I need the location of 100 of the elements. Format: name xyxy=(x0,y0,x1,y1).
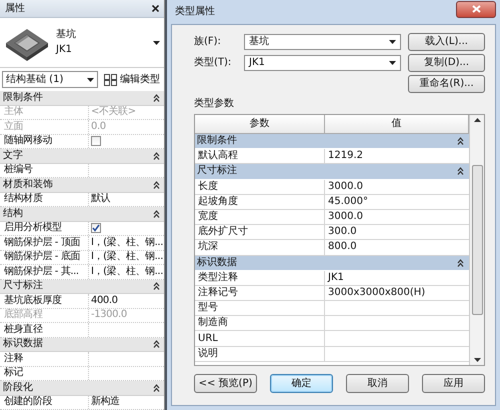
value-cell[interactable]: 3000x3000x800(H) xyxy=(325,286,469,300)
family-dropdown[interactable]: 基坑 xyxy=(244,34,401,50)
side-button[interactable]: 重命名(R)... xyxy=(408,74,485,92)
property-value[interactable]: 400.0 xyxy=(89,294,164,308)
group-title: 材质和装饰 xyxy=(3,178,53,191)
type-dropdown[interactable]: JK1 xyxy=(244,54,401,70)
field-label: 类型(T): xyxy=(194,56,232,68)
dialog-button[interactable]: 取消 xyxy=(346,374,409,393)
side-button[interactable]: 载入(L)... xyxy=(408,32,485,50)
group-title: 结构 xyxy=(3,208,23,220)
property-label: 钢筋保护层 - 顶面 xyxy=(0,236,89,250)
caret-icon xyxy=(389,40,396,44)
group-header[interactable]: 尺寸标注 xyxy=(0,280,164,294)
edit-type-button[interactable]: 编辑类型 xyxy=(102,74,162,86)
parameter-cell: 起坡角度 xyxy=(195,194,325,209)
parameter-cell: 说明 xyxy=(195,346,325,361)
up-arrow-icon xyxy=(474,118,480,122)
collapse-icon[interactable] xyxy=(457,258,464,267)
property-value[interactable]: I，(梁、柱、钢... xyxy=(89,265,164,278)
property-label: 桩编号 xyxy=(0,164,89,177)
group-header[interactable]: 标识数据 xyxy=(0,338,164,352)
value-cell[interactable]: JK1 xyxy=(325,270,469,285)
group-title: 标识数据 xyxy=(3,338,43,350)
collapse-icon[interactable] xyxy=(153,340,160,348)
section-label: 类型参数 xyxy=(194,98,234,110)
caret-icon xyxy=(153,40,160,44)
property-label: 随轴网移动 xyxy=(0,134,89,148)
property-value[interactable]: 新构造 xyxy=(89,396,164,409)
property-label: 立面 xyxy=(0,120,89,134)
parameter-cell: 型号 xyxy=(195,301,325,316)
group-header[interactable]: 限制条件 xyxy=(0,91,164,106)
value-cell[interactable]: 3000.0 xyxy=(325,180,469,194)
value-cell[interactable]: 300.0 xyxy=(325,225,469,240)
property-label: 钢筋保护层 - 底面 xyxy=(0,250,89,264)
filter-dropdown[interactable]: 结构基础 (1) xyxy=(2,71,98,88)
group-title: 文字 xyxy=(3,150,23,162)
group-title: 尺寸标注 xyxy=(197,165,237,178)
group-header[interactable]: 结构 xyxy=(0,207,164,222)
value-cell[interactable]: 45.000° xyxy=(325,194,469,209)
close-icon[interactable] xyxy=(152,5,159,12)
parameter-cell: 默认高程 xyxy=(195,149,325,164)
checkbox[interactable] xyxy=(91,223,101,234)
side-button[interactable]: 复制(D)... xyxy=(408,54,485,72)
collapse-icon[interactable] xyxy=(153,94,160,102)
dialog-button[interactable]: 应用 xyxy=(422,374,485,393)
value-cell[interactable]: 1219.2 xyxy=(325,149,469,164)
dialog-button[interactable]: 确定 xyxy=(270,374,333,393)
property-label: 创建的阶段 xyxy=(0,396,89,409)
parameter-cell: 长度 xyxy=(195,180,325,194)
group-title: 限制条件 xyxy=(197,135,237,148)
checkbox[interactable] xyxy=(91,136,101,146)
collapse-icon[interactable] xyxy=(153,180,160,189)
collapse-icon[interactable] xyxy=(153,282,160,290)
property-value[interactable]: 默认 xyxy=(89,192,164,206)
property-label: 桩身直径 xyxy=(0,323,89,336)
panel-title: 属性 xyxy=(5,2,25,14)
caret-icon xyxy=(389,60,396,64)
property-value[interactable]: I，(梁、柱、钢... xyxy=(89,236,164,250)
property-label: 启用分析模型 xyxy=(0,222,89,235)
dialog-title: 类型属性 xyxy=(175,6,215,18)
caret-icon xyxy=(87,78,94,82)
group-header[interactable]: 文字 xyxy=(0,149,164,164)
close-icon xyxy=(472,5,480,13)
parameter-cell: 类型注释 xyxy=(195,270,325,285)
collapse-icon[interactable] xyxy=(457,167,464,176)
field-label: 族(F): xyxy=(194,36,222,48)
group-header[interactable]: 尺寸标注 xyxy=(195,164,469,180)
type-name: JK1 xyxy=(56,44,73,56)
parameter-cell: 底外扩尺寸 xyxy=(195,225,325,240)
group-title: 标识数据 xyxy=(197,256,237,269)
column-header[interactable]: 参数 xyxy=(195,115,325,133)
property-label: 钢筋保护层 - 其... xyxy=(0,265,89,278)
group-title: 限制条件 xyxy=(3,92,43,104)
collapse-icon[interactable] xyxy=(457,137,464,146)
group-header[interactable]: 限制条件 xyxy=(195,134,469,150)
family-name: 基坑 xyxy=(56,29,77,41)
group-header[interactable]: 材质和装饰 xyxy=(0,178,164,192)
group-title: 阶段化 xyxy=(3,382,33,394)
scroll-bar[interactable] xyxy=(469,115,484,365)
down-arrow-icon xyxy=(474,358,480,362)
collapse-icon[interactable] xyxy=(153,384,160,392)
parameter-cell: 坑深 xyxy=(195,240,325,254)
property-label: 结构材质 xyxy=(0,192,89,206)
parameter-cell: URL xyxy=(195,331,325,346)
grid-icon xyxy=(104,74,117,86)
group-title: 尺寸标注 xyxy=(3,280,43,292)
value-cell[interactable]: 3000.0 xyxy=(325,210,469,224)
parameter-cell: 宽度 xyxy=(195,210,325,224)
group-header[interactable]: 标识数据 xyxy=(195,256,469,271)
value-cell[interactable]: 800.0 xyxy=(325,240,469,254)
parameter-cell: 注释记号 xyxy=(195,286,325,300)
dialog-button[interactable]: << 预览(P) xyxy=(194,374,257,393)
property-label: 标记 xyxy=(0,366,89,380)
property-value[interactable]: I，(梁、柱、钢... xyxy=(89,250,164,264)
group-header[interactable]: 阶段化 xyxy=(0,381,164,396)
property-label: 底部高程 xyxy=(0,308,89,322)
collapse-icon[interactable] xyxy=(153,210,160,218)
collapse-icon[interactable] xyxy=(153,152,160,160)
property-label: 基坑底板厚度 xyxy=(0,294,89,308)
close-button[interactable] xyxy=(456,0,496,18)
